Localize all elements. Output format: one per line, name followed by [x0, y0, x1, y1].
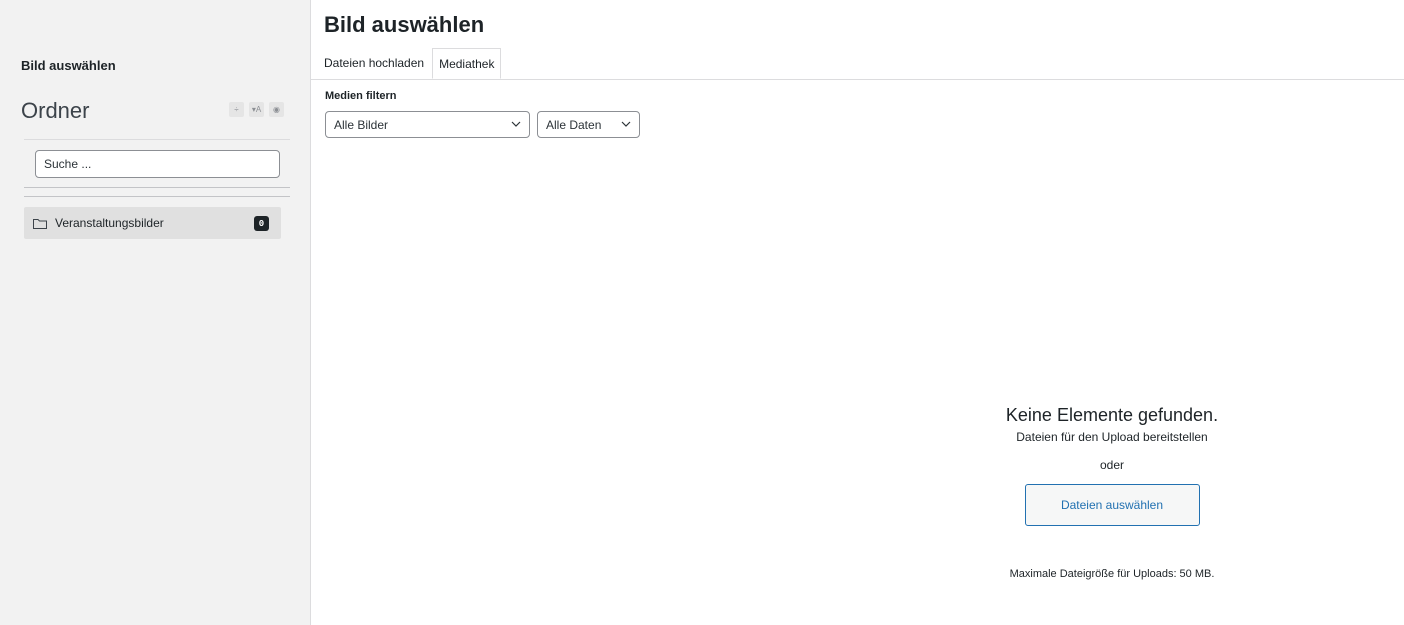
media-filter-label: Medien filtern — [325, 90, 397, 102]
empty-state: Keine Elemente gefunden. Dateien für den… — [912, 405, 1312, 526]
tabs-divider — [311, 79, 1404, 80]
tab-upload-files[interactable]: Dateien hochladen — [318, 48, 430, 79]
page-title: Bild auswählen — [324, 12, 485, 37]
or-separator: oder — [1099, 458, 1125, 472]
media-type-value: Alle Bilder — [334, 117, 389, 132]
sidebar-divider — [24, 196, 290, 197]
chevron-down-icon — [621, 121, 631, 127]
sidebar-tools: ÷ ▾A ◉ — [229, 102, 284, 117]
media-date-select[interactable]: Alle Daten — [537, 111, 640, 138]
folder-heading: Ordner — [21, 98, 90, 123]
tab-media-library[interactable]: Mediathek — [432, 48, 502, 79]
sidebar-title: Bild auswählen — [21, 58, 116, 73]
filter-icon[interactable]: ▾A — [249, 102, 264, 117]
folder-icon — [33, 218, 47, 229]
media-date-value: Alle Daten — [546, 117, 602, 132]
media-tabs: Dateien hochladen Mediathek — [318, 48, 502, 79]
eye-icon[interactable]: ◉ — [269, 102, 284, 117]
folder-search — [24, 139, 290, 188]
empty-state-title: Keine Elemente gefunden. — [1005, 405, 1219, 425]
media-type-select[interactable]: Alle Bilder — [325, 111, 530, 138]
folder-item-veranstaltungsbilder[interactable]: Veranstaltungsbilder 0 — [24, 207, 281, 239]
folder-search-input[interactable] — [35, 150, 280, 178]
max-upload-size: Maximale Dateigröße für Uploads: 50 MB. — [1009, 568, 1215, 580]
folder-count-badge: 0 — [254, 216, 269, 231]
folder-sidebar: Bild auswählen Ordner ÷ ▾A ◉ Veranstaltu… — [0, 0, 311, 625]
chevron-down-icon — [511, 121, 521, 127]
upload-instructions: Dateien für den Upload bereitstellen — [1016, 430, 1208, 444]
sort-icon[interactable]: ÷ — [229, 102, 244, 117]
folder-label: Veranstaltungsbilder — [55, 216, 164, 230]
select-files-button[interactable]: Dateien auswählen — [1024, 484, 1200, 526]
